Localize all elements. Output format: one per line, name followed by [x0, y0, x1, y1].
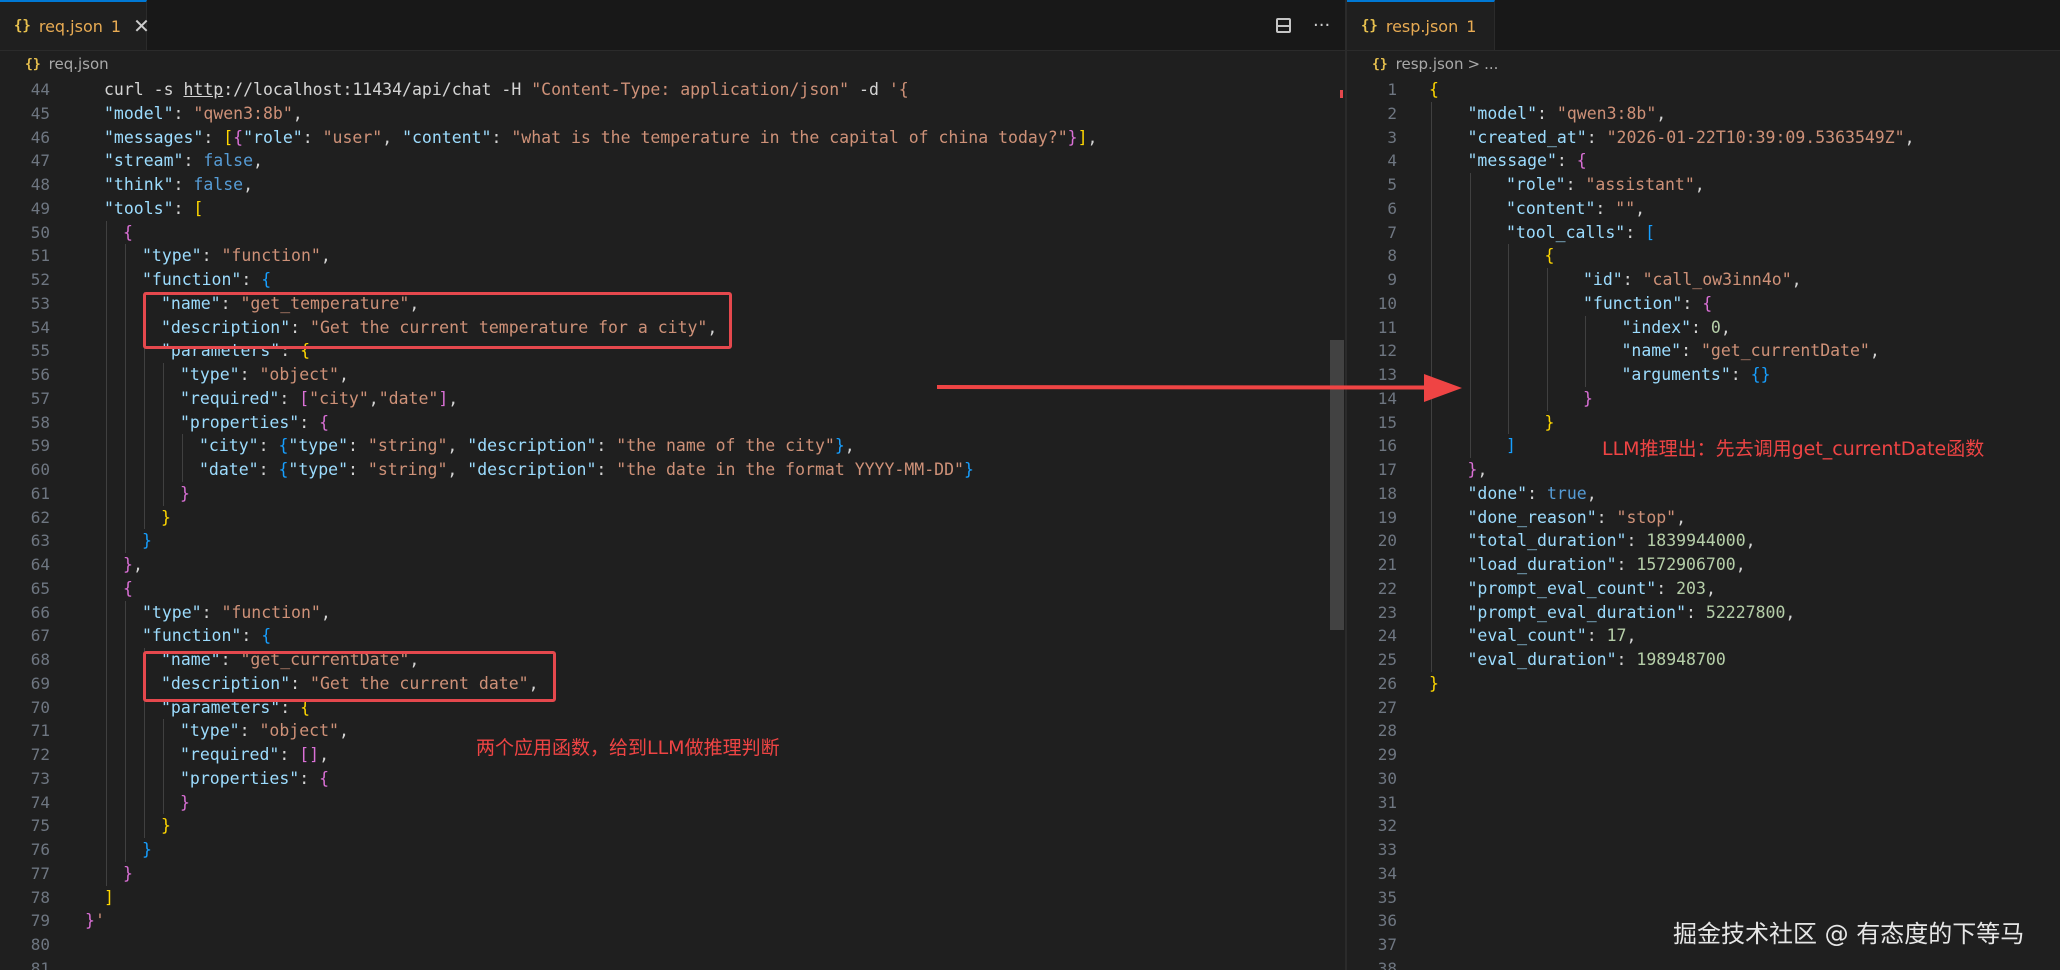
- watermark: 掘金技术社区 @ 有态度的下等马: [1673, 920, 2025, 948]
- arrow-annotation: [936, 374, 1462, 402]
